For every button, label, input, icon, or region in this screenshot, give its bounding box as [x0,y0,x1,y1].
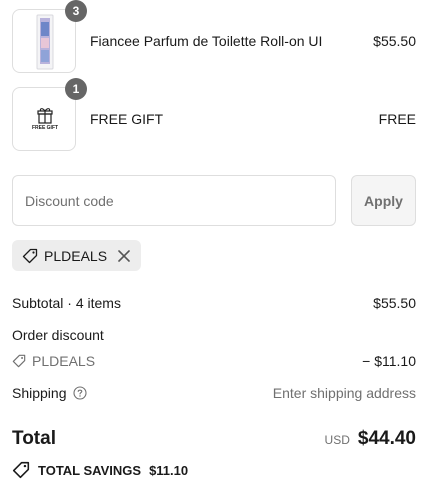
quantity-badge: 3 [65,0,87,22]
subtotal-label: Subtotal · 4 items [12,295,121,311]
gift-icon: FREE GIFT [32,108,58,131]
item-name: FREE GIFT [90,111,164,127]
shipping-row: Shipping Enter shipping address [12,385,416,401]
order-discount-code-text: PLDEALS [32,353,96,369]
shipping-label-group: Shipping [12,385,87,401]
subtotal-row: Subtotal · 4 items $55.50 [12,295,416,311]
order-discount-row: Order discount [12,327,416,343]
discount-code-input[interactable] [12,175,336,226]
quantity-badge: 1 [65,78,87,100]
product-thumbnail: FREE GIFT 1 [12,78,87,151]
shipping-label: Shipping [12,385,67,401]
applied-discount-chip: PLDEALS [12,240,142,271]
total-savings-value: $11.10 [149,462,189,478]
total-amount: $44.40 [357,428,416,449]
total-savings-label: TOTAL SAVINGS [38,462,142,478]
line-item: FREE GIFT 1 FREE GIFT FREE [12,78,416,151]
order-discount-label: Order discount [12,327,104,343]
perfume-image [36,14,54,70]
item-price: FREE [378,111,416,127]
total-amount-group: USD $44.40 [325,428,416,450]
tag-icon [22,248,38,263]
apply-button[interactable]: Apply [351,175,416,226]
currency-code: USD [324,433,350,447]
total-savings: TOTAL SAVINGS $11.10 [12,461,188,479]
order-discount-value: − $11.10 [362,353,416,369]
help-icon[interactable] [72,386,87,400]
remove-discount-icon[interactable] [117,249,131,263]
subtotal-value: $55.50 [373,295,416,311]
shipping-value: Enter shipping address [272,385,416,401]
line-item: 3 Fiancee Parfum de Toilette Roll-on UI … [12,0,416,73]
total-label: Total [12,428,56,449]
order-discount-code: PLDEALS [12,353,95,369]
item-price: $55.50 [373,33,416,49]
tag-icon [12,354,26,368]
tag-icon [12,461,30,479]
applied-discount-code: PLDEALS [44,247,108,264]
item-name: Fiancee Parfum de Toilette Roll-on UI [90,33,323,49]
discount-form: Apply [12,175,416,226]
product-thumbnail: 3 [12,0,87,73]
gift-caption: FREE GIFT [32,125,58,131]
total-row: Total USD $44.40 [12,428,416,450]
order-discount-code-row: PLDEALS − $11.10 [12,353,416,369]
